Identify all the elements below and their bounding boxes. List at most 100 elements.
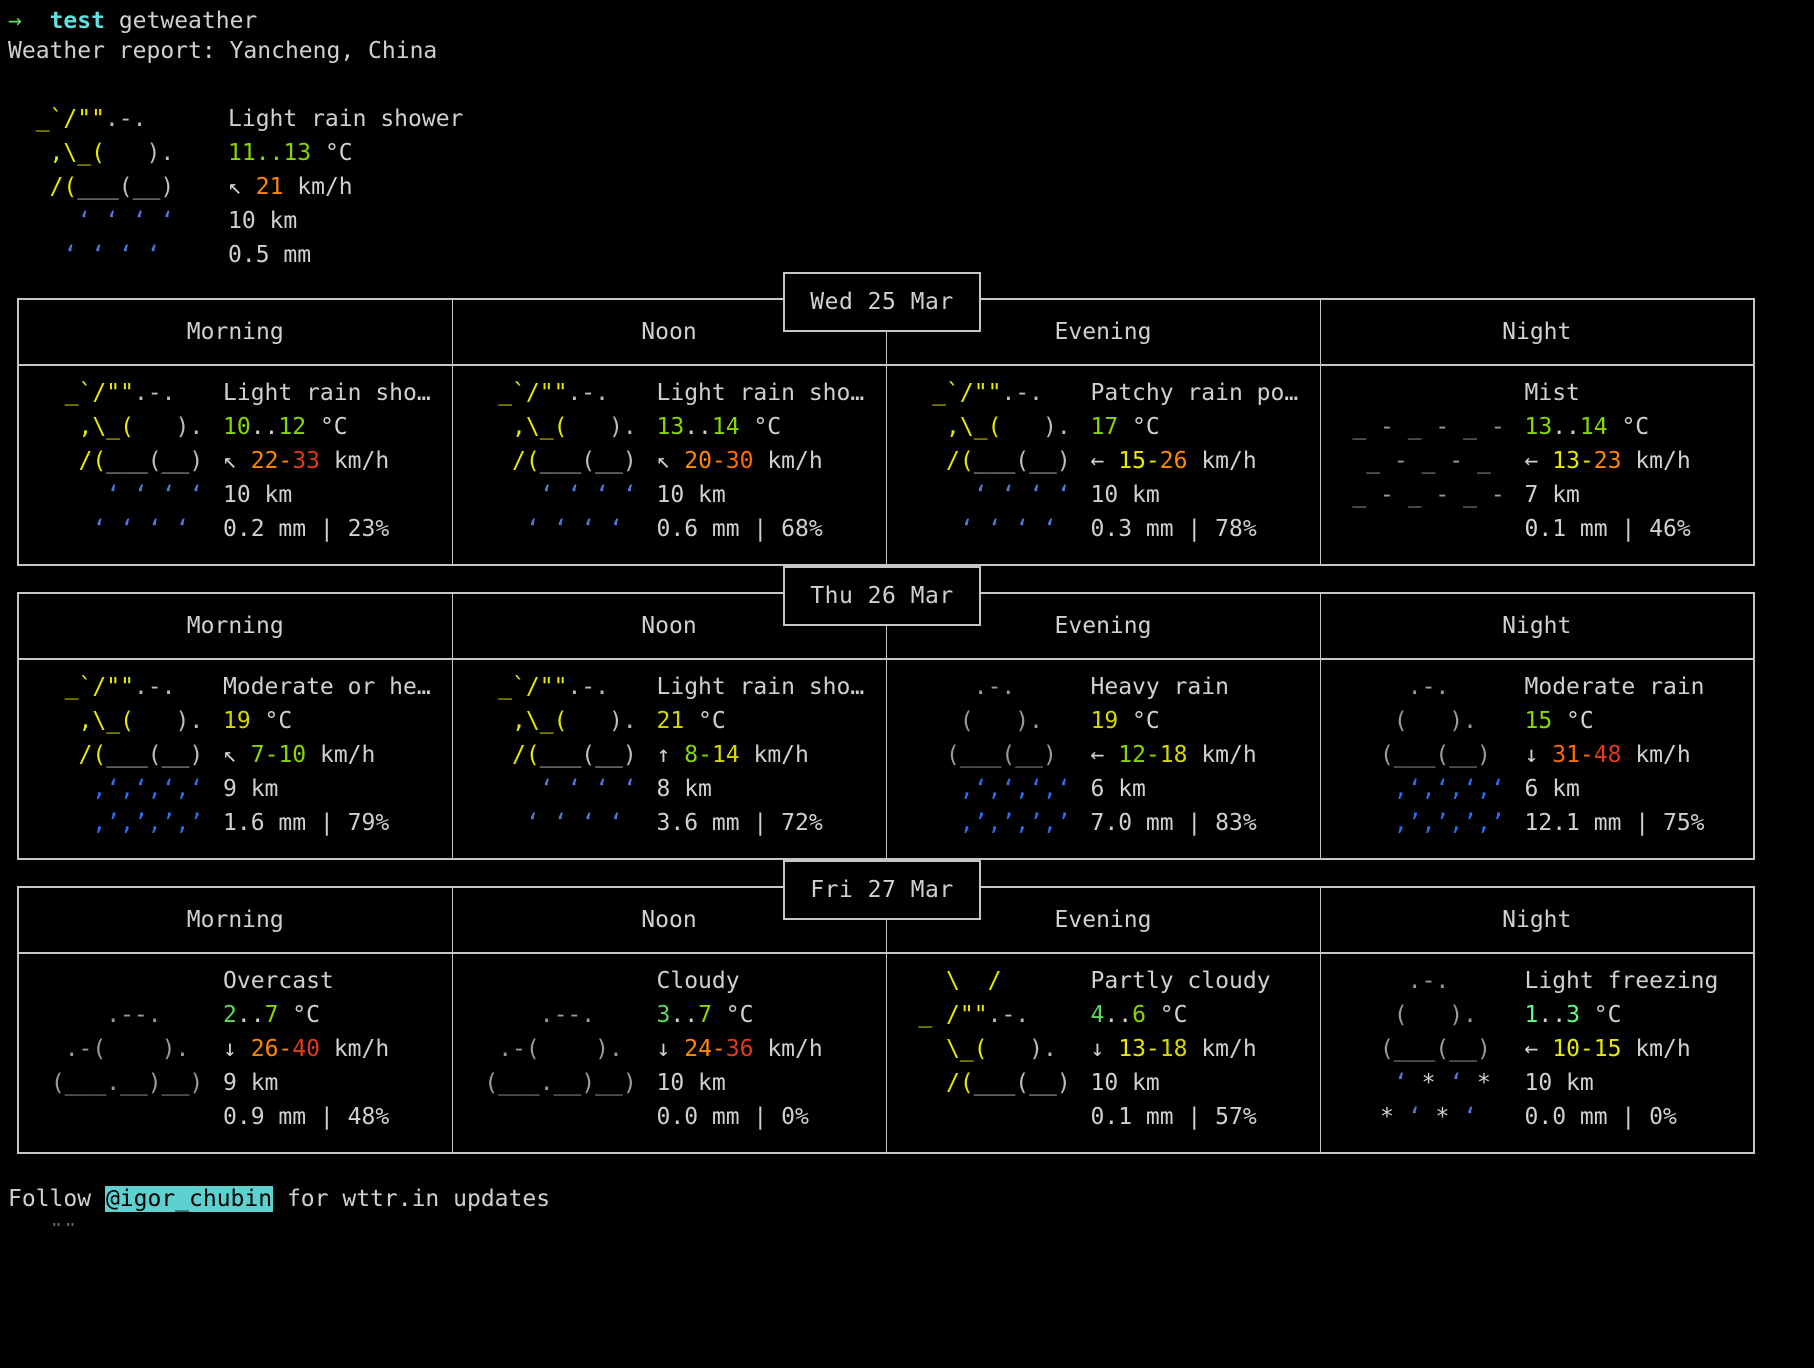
temp-low: 4 xyxy=(1090,1002,1105,1028)
temp-low: 13 xyxy=(656,414,685,440)
temp-low: 21 xyxy=(656,708,685,734)
condition-text: Light rain sho… xyxy=(223,380,431,406)
wind-unit: km/h xyxy=(1621,1036,1691,1062)
wind-direction-icon: ← xyxy=(1090,448,1105,474)
precipitation: 0.9 mm | 48% xyxy=(223,1104,390,1130)
forecast-cell-night: .-. ( ). (___(__) ‘ * ‘ * * ‘ * ‘ Light … xyxy=(1319,952,1755,1154)
date-badge: Thu 26 Mar xyxy=(783,566,981,626)
temp-high: 7 xyxy=(698,1002,712,1028)
forecast-data-row: _`/"".-. ,\_( ). /(___(__) ‚‘‚‘‚‘‚‘ ‚’‚’… xyxy=(17,658,1755,860)
period-header-night: Night xyxy=(1319,592,1755,660)
precipitation: 0.0 mm | 0% xyxy=(656,1104,809,1130)
forecast-cell-morning: .--. .-( ). (___.__)__) Overcast 2..7 °C… xyxy=(17,952,453,1154)
wind-high: 10 xyxy=(278,742,307,768)
wind-direction-icon: ↖ xyxy=(223,448,237,474)
wind-high: 33 xyxy=(292,448,320,474)
date-badge: Fri 27 Mar xyxy=(783,860,981,920)
wind-low: 13 xyxy=(1552,448,1580,474)
wind-unit: km/h xyxy=(319,448,390,474)
wind-high: 26 xyxy=(1159,448,1188,474)
visibility: 10 km xyxy=(223,482,293,508)
footer-suffix: for wttr.in updates xyxy=(273,1186,551,1212)
forecast-cell-evening: _`/"".-. ,\_( ). /(___(__) ‘ ‘ ‘ ‘ ‘ ‘ ‘… xyxy=(885,364,1321,566)
current-temp-unit: °C xyxy=(311,140,353,166)
wind-low: 12 xyxy=(1118,742,1146,768)
period-header-morning: Morning xyxy=(17,592,453,660)
temp-unit: °C xyxy=(278,1002,320,1028)
wind-high: 30 xyxy=(725,448,754,474)
forecast-data-row: _`/"".-. ,\_( ). /(___(__) ‘ ‘ ‘ ‘ ‘ ‘ ‘… xyxy=(17,364,1755,566)
temp-unit: °C xyxy=(1118,708,1160,734)
wind-low: 26 xyxy=(250,1036,279,1062)
period-header-morning: Morning xyxy=(17,886,453,954)
temp-unit: °C xyxy=(1118,414,1160,440)
visibility: 10 km xyxy=(656,482,726,508)
condition-text: Overcast xyxy=(223,968,334,994)
wind-unit: km/h xyxy=(1621,448,1691,474)
wind-direction-icon: ← xyxy=(1524,1036,1539,1062)
current-temperature: 11..13 xyxy=(228,140,312,166)
weather-info: Moderate rain 15 °C ↓ 31-48 km/h 6 km 12… xyxy=(1524,674,1705,836)
temp-sep: .. xyxy=(250,414,279,440)
visibility: 9 km xyxy=(223,776,279,802)
period-header-night: Night xyxy=(1319,298,1755,366)
twitter-handle-link[interactable]: @igor_chubin xyxy=(104,1186,274,1212)
temp-high: 12 xyxy=(278,414,307,440)
wind-direction-icon: ↖ xyxy=(228,174,242,200)
condition-text: Cloudy xyxy=(656,968,740,994)
wind-direction-icon: ↓ xyxy=(656,1036,671,1062)
temp-high: 14 xyxy=(711,414,740,440)
footer-prefix: Follow xyxy=(8,1186,105,1212)
forecast-day-block: Wed 25 Mar Morning Noon Evening Night _`… xyxy=(17,272,1755,566)
wind-unit: km/h xyxy=(319,1036,390,1062)
wind-low: 15 xyxy=(1118,448,1146,474)
forecast-day-block: Thu 26 Mar Morning Noon Evening Night _`… xyxy=(17,566,1755,860)
weather-report-header: Weather report: Yancheng, China xyxy=(8,38,438,64)
weather-ascii-art: \ / _ /"".-. \_( ). /(___(__) xyxy=(904,968,1071,1096)
weather-ascii-art: .--. .-( ). (___.__)__) xyxy=(470,1002,637,1096)
wind-high: 36 xyxy=(725,1036,754,1062)
weather-info: Light rain sho… 10..12 °C ↖ 22-33 km/h 1… xyxy=(223,380,431,542)
weather-info: Light rain sho… 13..14 °C ↖ 20-30 km/h 1… xyxy=(656,380,865,542)
wind-high: 23 xyxy=(1593,448,1622,474)
weather-info: Cloudy 3..7 °C ↓ 24-36 km/h 10 km 0.0 mm… xyxy=(656,968,823,1130)
condition-text: Light freezing xyxy=(1524,968,1719,994)
wind-low: 24 xyxy=(684,1036,712,1062)
wind-direction-icon: ← xyxy=(1524,448,1539,474)
command-name: test xyxy=(49,8,105,34)
wind-unit: km/h xyxy=(306,742,376,768)
current-wind-unit: km/h xyxy=(283,174,353,200)
wind-low: 13 xyxy=(1118,1036,1146,1062)
wind-direction-icon: ↓ xyxy=(1524,742,1539,768)
forecast-cell-noon: .--. .-( ). (___.__)__) Cloudy 3..7 °C ↓… xyxy=(451,952,887,1154)
temp-high: 14 xyxy=(1579,414,1608,440)
wind-unit: km/h xyxy=(753,1036,823,1062)
precipitation: 0.2 mm | 23% xyxy=(223,516,390,542)
weather-ascii-art: .-. ( ). (___(__) ‘ * ‘ * * ‘ * ‘ xyxy=(1338,968,1491,1130)
weather-info: Overcast 2..7 °C ↓ 26-40 km/h 9 km 0.9 m… xyxy=(223,968,390,1130)
weather-ascii-art: _`/"".-. ,\_( ). /(___(__) ‘ ‘ ‘ ‘ ‘ ‘ ‘… xyxy=(37,380,204,542)
wind-direction-icon: ↑ xyxy=(656,742,671,768)
weather-ascii-art: _`/"".-. ,\_( ). /(___(__) ‘ ‘ ‘ ‘ ‘ ‘ ‘… xyxy=(470,380,637,542)
wind-low: 22 xyxy=(250,448,279,474)
wind-low: 8 xyxy=(684,742,699,768)
forecast-table: Morning Noon Evening Night _`/"".-. ,\_(… xyxy=(17,298,1755,566)
current-weather-info: Light rain shower 11..13 °C ↖ 21 km/h 10… xyxy=(228,102,463,272)
condition-text: Moderate or he… xyxy=(223,674,431,700)
current-weather-ascii-art: _`/"".-. ,\_( ). /(___(__) ‘ ‘ ‘ ‘ ‘ ‘ ‘… xyxy=(8,106,175,268)
weather-info: Partly cloudy 4..6 °C ↓ 13-18 km/h 10 km… xyxy=(1090,968,1271,1130)
wind-direction-icon: ↖ xyxy=(223,742,237,768)
temp-unit: °C xyxy=(1145,1002,1188,1028)
temp-sep: .. xyxy=(1104,1002,1133,1028)
precipitation: 0.1 mm | 46% xyxy=(1524,516,1691,542)
visibility: 9 km xyxy=(223,1070,279,1096)
temp-unit: °C xyxy=(739,414,782,440)
weather-ascii-art: .-. ( ). (___(__) ‚‘‚‘‚‘‚‘ ‚’‚’‚’‚’ xyxy=(904,674,1071,836)
current-condition-text: Light rain shower xyxy=(228,106,464,132)
wind-high: 48 xyxy=(1593,742,1622,768)
temp-unit: °C xyxy=(306,414,348,440)
wind-unit: km/h xyxy=(739,742,809,768)
visibility: 10 km xyxy=(656,1070,726,1096)
temp-high: 3 xyxy=(1566,1002,1580,1028)
wind-high: 14 xyxy=(711,742,740,768)
